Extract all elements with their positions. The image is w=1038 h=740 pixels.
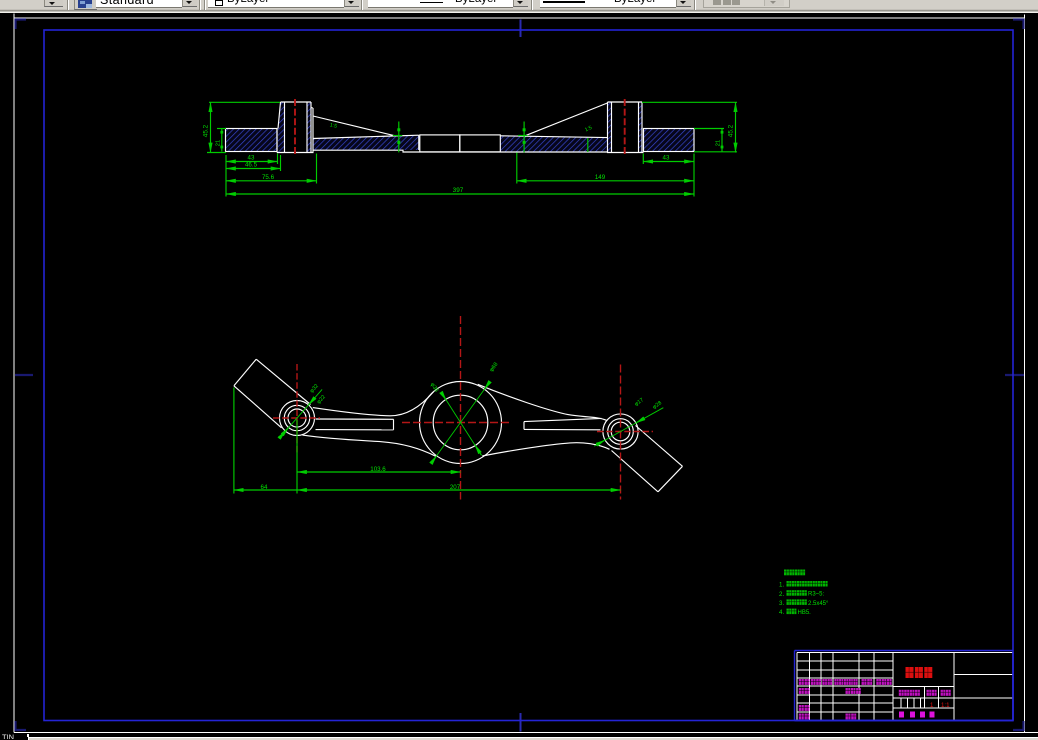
svg-text:HB5.: HB5. [798, 610, 812, 616]
svg-text:149: 149 [595, 174, 606, 181]
svg-text:397: 397 [453, 187, 464, 194]
svg-text:43: 43 [663, 155, 670, 162]
svg-text:3.: 3. [779, 600, 784, 607]
svg-text:1:5: 1:5 [329, 122, 338, 130]
svg-text:43: 43 [248, 155, 255, 162]
svg-text:2.5x45°: 2.5x45° [808, 601, 829, 607]
svg-text:1:1: 1:1 [941, 702, 950, 709]
svg-text:φ68: φ68 [489, 362, 500, 374]
svg-text:45.2: 45.2 [203, 124, 210, 137]
svg-text:1: 1 [930, 702, 934, 709]
svg-text:R3~5:: R3~5: [808, 592, 825, 598]
svg-text:207: 207 [450, 484, 461, 491]
svg-text:21: 21 [215, 140, 221, 146]
svg-text:75.6: 75.6 [262, 174, 275, 181]
svg-text:2.: 2. [779, 591, 784, 598]
svg-text:46.5: 46.5 [245, 162, 258, 169]
svg-text:φ32: φ32 [309, 383, 320, 394]
svg-text:φ17: φ17 [634, 397, 645, 407]
svg-text:1:5: 1:5 [584, 125, 593, 134]
svg-text:φ38: φ38 [429, 382, 439, 394]
svg-text:φ22: φ22 [316, 394, 327, 405]
svg-text:45.2: 45.2 [728, 124, 735, 137]
svg-text:103.6: 103.6 [370, 466, 386, 473]
svg-text:4.: 4. [779, 609, 784, 616]
svg-text:64: 64 [261, 484, 268, 491]
svg-text:1.: 1. [779, 582, 784, 589]
svg-text:21: 21 [716, 140, 722, 146]
